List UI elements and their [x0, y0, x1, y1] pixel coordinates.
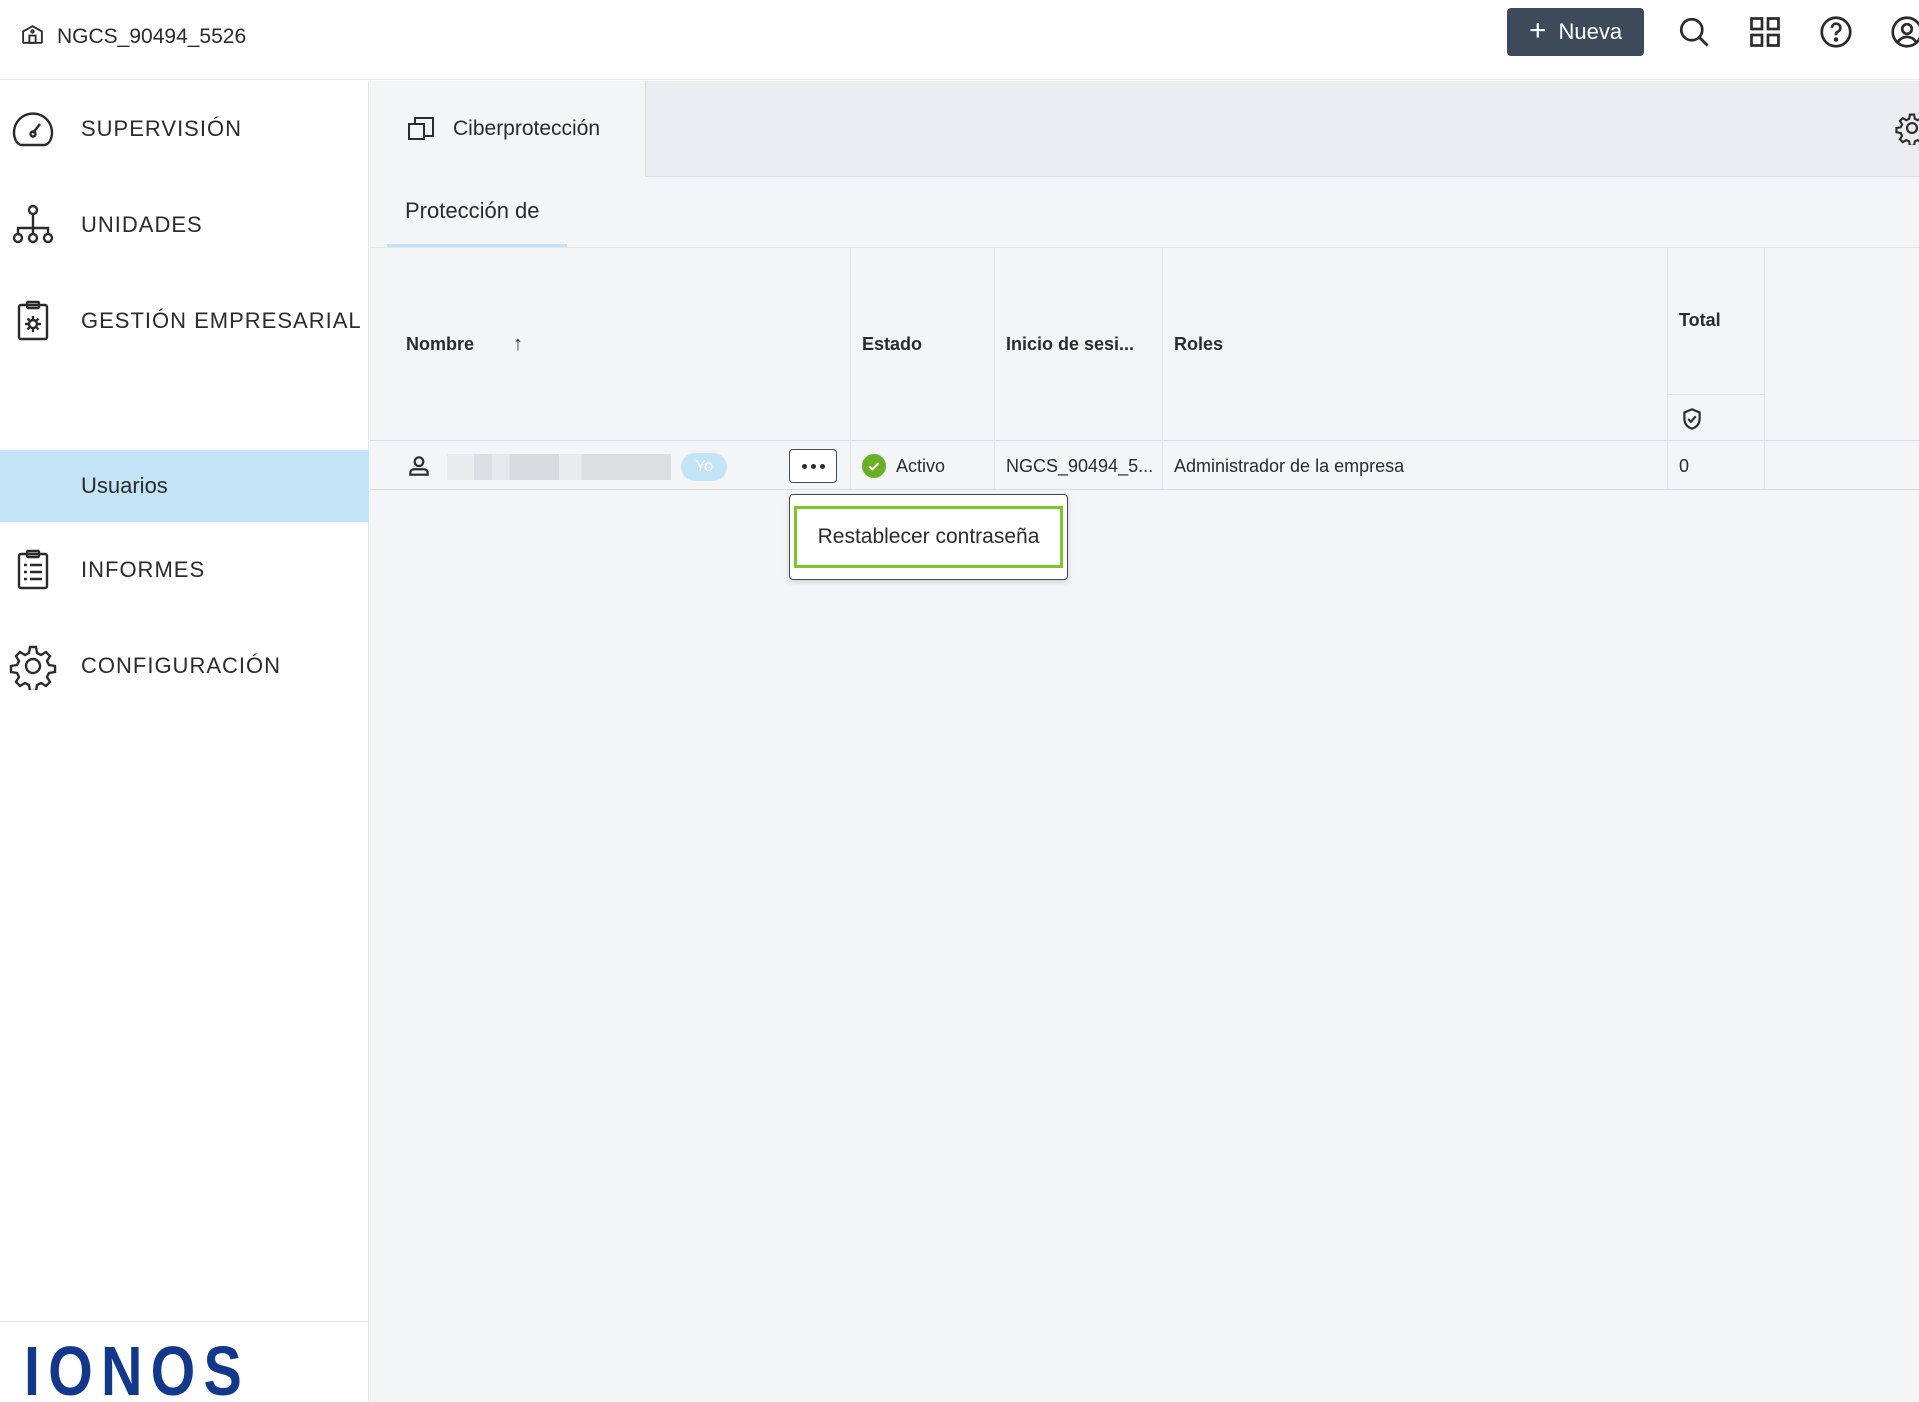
organization-name: NGCS_90494_5526: [57, 25, 247, 48]
tab-cyber-protection[interactable]: Ciberprotección: [370, 81, 646, 177]
clipboard-gear-icon: [8, 296, 58, 346]
gear-icon: [8, 641, 58, 691]
subtab-protection[interactable]: Protección de: [387, 178, 567, 248]
sidebar-item-supervision[interactable]: SUPERVISIÓN: [0, 93, 369, 165]
sidebar: SUPERVISIÓN UNIDADES GESTIÓN EMPRESARIAL…: [0, 81, 369, 1402]
plus-icon: +: [1528, 13, 1547, 47]
sidebar-item-label: CONFIGURACIÓN: [81, 653, 281, 678]
top-bar: NGCS_90494_5526 + Nueva: [0, 0, 1919, 80]
column-header-name[interactable]: Nombre ↑: [394, 248, 820, 441]
table-header: Nombre ↑ Estado Inicio de sesi... Roles …: [370, 248, 1919, 441]
sidebar-item-label: INFORMES: [81, 557, 206, 582]
apps-grid-icon[interactable]: [1745, 12, 1785, 52]
user-icon: [406, 442, 436, 490]
sidebar-item-users[interactable]: Usuarios: [0, 450, 369, 522]
user-name-redacted: [447, 454, 671, 480]
column-header-total[interactable]: Total: [1667, 248, 1764, 441]
status-text: Activo: [896, 455, 946, 476]
building-icon: [20, 22, 45, 53]
sort-ascending-icon: ↑: [513, 333, 523, 355]
sidebar-item-configuration[interactable]: CONFIGURACIÓN: [0, 630, 369, 702]
main-content: Ciberprotección Protección de Nombre ↑ E…: [370, 81, 1919, 1402]
total-cell: 0: [1679, 455, 1690, 476]
subtab-label: Protección de: [405, 198, 540, 223]
speedometer-icon: [8, 104, 58, 154]
column-header-roles[interactable]: Roles: [1162, 248, 1667, 441]
column-header-status[interactable]: Estado: [850, 248, 994, 441]
sidebar-footer: IONOS: [0, 1321, 369, 1402]
dot: [810, 463, 816, 469]
context-menu: Restablecer contraseña: [789, 494, 1068, 580]
table-row[interactable]: Yo Activo NGCS_90494_5... Administrador …: [370, 442, 1919, 490]
status-cell: Activo: [862, 442, 992, 490]
account-icon[interactable]: [1887, 12, 1919, 52]
sidebar-item-label: Usuarios: [81, 473, 168, 498]
dot: [819, 463, 825, 469]
roles-cell: Administrador de la empresa: [1174, 455, 1405, 476]
new-button[interactable]: + Nueva: [1507, 8, 1644, 56]
sidebar-item-business-management[interactable]: GESTIÓN EMPRESARIAL: [0, 285, 369, 357]
hierarchy-icon: [8, 200, 58, 250]
check-circle-icon: [862, 454, 886, 478]
login-cell: NGCS_90494_5...: [1006, 455, 1154, 476]
new-button-label: Nueva: [1558, 19, 1623, 44]
sidebar-item-label: GESTIÓN EMPRESARIAL: [81, 308, 362, 333]
tab-bar: Ciberprotección: [370, 81, 1919, 177]
divider: [1667, 394, 1764, 395]
sidebar-item-units[interactable]: UNIDADES: [0, 189, 369, 261]
settings-icon[interactable]: [1895, 111, 1919, 147]
me-badge: Yo: [681, 453, 727, 481]
more-actions-button[interactable]: [789, 449, 837, 483]
sidebar-item-reports[interactable]: INFORMES: [0, 534, 369, 606]
windows-stack-icon: [408, 117, 434, 140]
shield-check-icon: [1679, 406, 1705, 432]
sidebar-item-label: SUPERVISIÓN: [81, 116, 242, 141]
organization-selector[interactable]: NGCS_90494_5526: [20, 22, 246, 52]
column-header-login[interactable]: Inicio de sesi...: [994, 248, 1162, 441]
report-icon: [8, 545, 58, 595]
help-icon[interactable]: [1816, 12, 1856, 52]
sidebar-item-label: UNIDADES: [81, 212, 203, 237]
ionos-logo: IONOS: [24, 1332, 250, 1402]
tab-label: Ciberprotección: [453, 117, 601, 140]
search-icon[interactable]: [1674, 12, 1714, 52]
dot: [801, 463, 807, 469]
reset-password-menu-item[interactable]: Restablecer contraseña: [794, 506, 1063, 568]
